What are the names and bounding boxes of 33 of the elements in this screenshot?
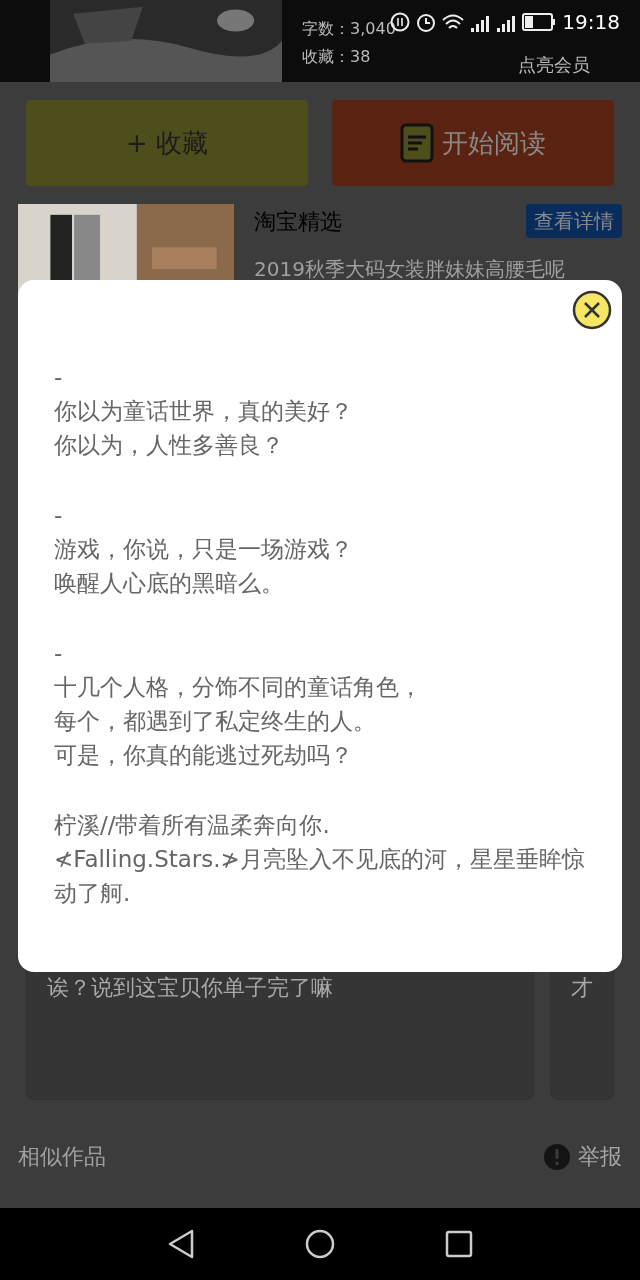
intro-line: 每个，都遇到了私定终生的人。 <box>54 707 377 736</box>
intro-line: 游戏，你说，只是一场游戏？ <box>54 535 354 564</box>
back-icon[interactable] <box>167 1229 195 1259</box>
ad-description: 2019秋季大码女装胖妹妹高腰毛呢 <box>254 256 566 283</box>
recents-icon[interactable] <box>445 1230 473 1258</box>
wifi-icon <box>442 13 465 31</box>
intro-line: - <box>54 363 64 392</box>
comment-text: 才 <box>571 975 593 1000</box>
intro-line: ≮Falling.Stars.≯月亮坠入不见底的河，星星垂眸惊动了舸. <box>54 845 586 908</box>
intro-line: 可是，你真的能逃过死劫吗？ <box>54 741 354 770</box>
intro-line: 柠溪//带着所有温柔奔向你. <box>54 811 331 840</box>
intro-line: 你以为，人性多善良？ <box>54 431 285 460</box>
ad-title: 淘宝精选 <box>254 207 342 236</box>
intro-line: 你以为童话世界，真的美好？ <box>54 397 354 426</box>
vip-label[interactable]: 点亮会员 <box>518 51 590 78</box>
intro-line: - <box>54 639 64 668</box>
intro-line: 十几个人格，分饰不同的童话角色， <box>54 673 423 702</box>
warning-icon <box>544 1143 570 1170</box>
book-stat: 收藏：38 <box>302 46 372 68</box>
battery-icon <box>522 13 557 31</box>
book-icon <box>400 123 434 163</box>
section-title: 相似作品 <box>18 1143 106 1171</box>
intro-line: - <box>54 501 64 530</box>
details-button[interactable]: 查看详情 <box>526 204 622 238</box>
report-link[interactable]: 举报 <box>578 1140 622 1173</box>
home-icon[interactable] <box>305 1229 335 1259</box>
close-icon[interactable] <box>572 290 612 330</box>
book-stat: 字数：3,040 <box>302 18 396 40</box>
comment-text: 诶？说到这宝贝你单子完了嘛 <box>47 975 333 1000</box>
clock: 19:18 <box>562 9 620 36</box>
intro-line: 唤醒人心底的黑暗么。 <box>54 569 285 598</box>
alarm-icon <box>416 12 437 32</box>
start-reading-button[interactable]: 开始阅读 <box>332 100 614 186</box>
